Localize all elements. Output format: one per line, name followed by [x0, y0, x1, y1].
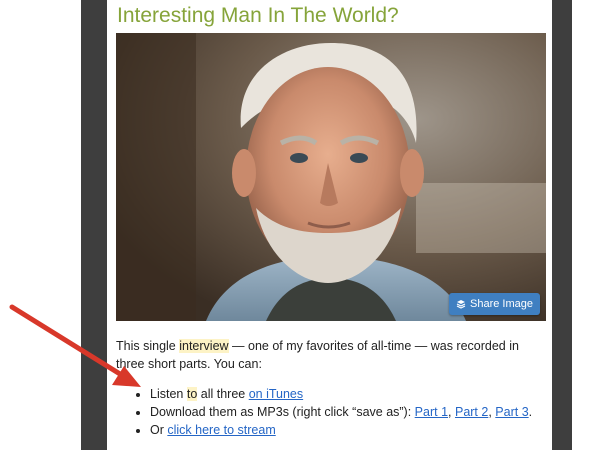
- list-item-suffix: .: [528, 405, 533, 419]
- intro-text-before: This single: [116, 339, 180, 353]
- list-item-highlight: to: [186, 387, 198, 401]
- separator: ,: [448, 405, 455, 419]
- list-item-text: Listen: [150, 387, 187, 401]
- right-sidebar-band: [552, 0, 572, 450]
- layers-icon: [456, 299, 466, 309]
- portrait-photo: Share Image: [116, 33, 546, 321]
- part-1-link[interactable]: Part 1: [415, 405, 448, 419]
- options-list: Listen to all three on iTunes Download t…: [134, 385, 560, 439]
- list-item-text: Download them as MP3s (right click “save…: [150, 405, 415, 419]
- list-item-text: Or: [150, 423, 168, 437]
- share-image-button[interactable]: Share Image: [449, 293, 540, 315]
- left-sidebar-band: [81, 0, 107, 450]
- itunes-link[interactable]: on iTunes: [249, 387, 303, 401]
- list-item-itunes: Listen to all three on iTunes: [150, 385, 560, 403]
- article-title: Interesting Man In The World?: [117, 4, 399, 27]
- list-item-text: all three: [197, 387, 249, 401]
- intro-paragraph: This single interview — one of my favori…: [116, 337, 541, 373]
- share-image-label: Share Image: [470, 298, 533, 310]
- stream-link[interactable]: click here to stream: [167, 423, 275, 437]
- list-item-mp3: Download them as MP3s (right click “save…: [150, 403, 560, 421]
- intro-highlight: interview: [179, 339, 229, 353]
- portrait-image: [116, 33, 546, 321]
- article: Interesting Man In The World? Share Imag…: [107, 0, 552, 450]
- list-item-stream: Or click here to stream: [150, 421, 560, 439]
- page: Interesting Man In The World? Share Imag…: [0, 0, 598, 450]
- part-2-link[interactable]: Part 2: [455, 405, 488, 419]
- part-3-link[interactable]: Part 3: [495, 405, 528, 419]
